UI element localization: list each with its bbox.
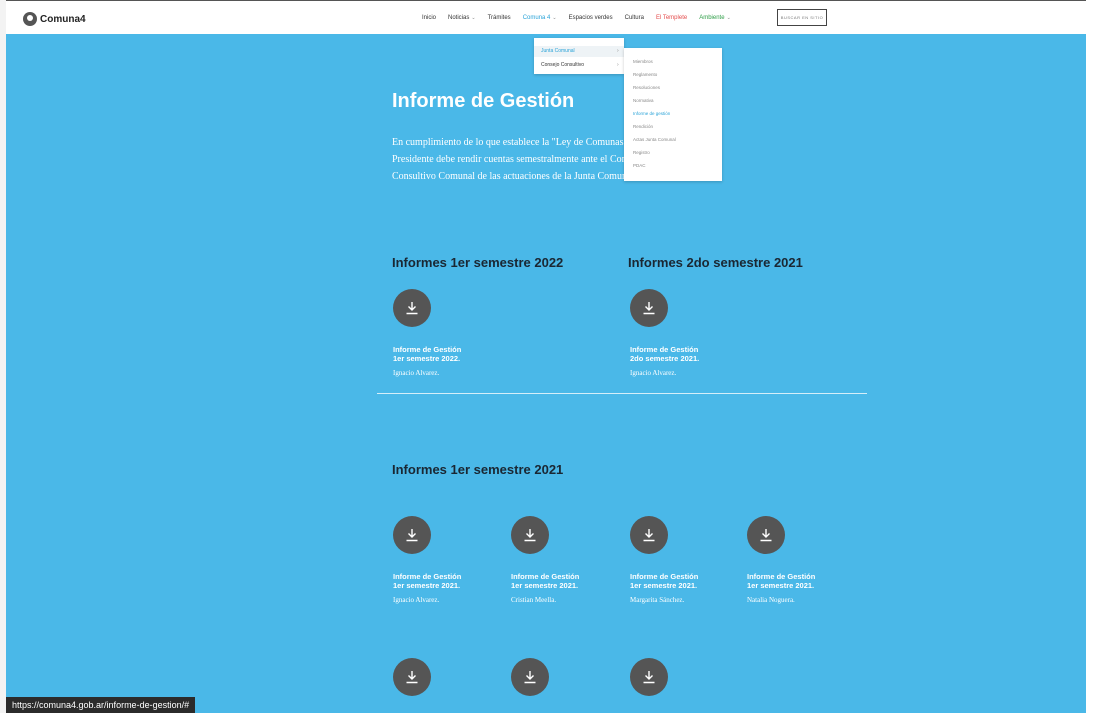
report-author: Ignacio Alvarez. [630, 369, 677, 377]
download-icon [643, 302, 655, 315]
report-title-line: 1er semestre 2021. [747, 581, 815, 590]
window-right-edge [1086, 0, 1093, 713]
report-author: Cristian Meella. [511, 596, 557, 604]
download-icon [406, 671, 418, 684]
report-title-line: 1er semestre 2021. [393, 581, 461, 590]
download-icon [643, 671, 655, 684]
nav-label: Trámites [487, 15, 511, 21]
report-title-line: Informe de Gestión [393, 345, 462, 354]
download-button[interactable] [393, 289, 431, 327]
nav-item-inicio[interactable]: Inicio [416, 15, 442, 21]
download-icon [406, 302, 418, 315]
logo-text: Comuna4 [40, 13, 86, 25]
report-title-link[interactable]: Informe de Gestión 1er semestre 2021. [747, 572, 857, 590]
report-title-link[interactable]: Informe de Gestión 2do semestre 2021. [630, 345, 740, 363]
report-author: Natalia Noguera. [747, 596, 795, 604]
nav-item-el-templete[interactable]: El Templete [650, 15, 693, 21]
browser-status-url: https://comuna4.gob.ar/informe-de-gestio… [6, 697, 196, 713]
nav-label: Noticias [448, 15, 470, 21]
search-button[interactable]: BUSCAR EN SITIO [777, 9, 827, 26]
chevron-down-icon: ⌄ [552, 15, 557, 21]
logo-icon [23, 12, 37, 26]
section-heading-1er-2021: Informes 1er semestre 2021 [392, 462, 564, 477]
nav-item-espacios-verdes[interactable]: Espacios verdes [563, 15, 619, 21]
download-button[interactable] [630, 516, 668, 554]
report-title-link[interactable]: Informe de Gestión 1er semestre 2022. [393, 345, 503, 363]
report-title-line: 1er semestre 2021. [511, 581, 579, 590]
download-icon [760, 529, 772, 542]
submenu-item-informe-de-gestion[interactable]: Informe de gestión [633, 111, 670, 116]
site-header: Comuna4 Inicio Noticias ⌄ Trámites Comuna… [6, 4, 1086, 34]
chevron-right-icon: › [617, 48, 619, 54]
chevron-down-icon: ⌄ [471, 15, 476, 21]
chevron-down-icon: ⌄ [726, 15, 731, 21]
main-nav: Inicio Noticias ⌄ Trámites Comuna 4 ⌄ Espa… [416, 15, 737, 21]
submenu-item-normativa[interactable]: Normativa [633, 98, 654, 103]
intro-line: Consultivo Comunal de las actuaciones de… [392, 171, 624, 182]
report-author: Ignacio Alvarez. [393, 596, 440, 604]
intro-line: Presidente debe rendir cuentas semestral… [392, 154, 624, 165]
section-heading-2do-2021: Informes 2do semestre 2021 [628, 255, 803, 270]
download-button[interactable] [630, 658, 668, 696]
nav-item-tramites[interactable]: Trámites [482, 15, 517, 21]
nav-item-comuna4[interactable]: Comuna 4 ⌄ [517, 15, 563, 21]
download-button[interactable] [393, 516, 431, 554]
submenu-item-miembros[interactable]: Miembros [633, 59, 653, 64]
report-author: Margarita Sánchez. [630, 596, 685, 604]
chevron-right-icon: › [617, 62, 619, 68]
intro-text: En cumplimiento de lo que establece la "… [392, 134, 624, 194]
download-icon [524, 671, 536, 684]
dropdown-item-label: Consejo Consultivo [541, 62, 585, 68]
report-title-link[interactable]: Informe de Gestión 1er semestre 2021. [630, 572, 740, 590]
dropdown-item-label: Junta Comunal [541, 48, 575, 54]
nav-label: El Templete [655, 15, 688, 21]
report-title-line: 1er semestre 2022. [393, 354, 461, 363]
section-heading-1er-2022: Informes 1er semestre 2022 [392, 255, 564, 270]
submenu-item-reglamento[interactable]: Reglamento [633, 72, 657, 77]
section-divider [377, 393, 867, 394]
nav-item-noticias[interactable]: Noticias ⌄ [442, 15, 482, 21]
submenu-item-rendicion[interactable]: Rendición [633, 124, 653, 129]
submenu-item-actas-junta-comunal[interactable]: Actas Junta Comunal [633, 137, 676, 142]
download-button[interactable] [511, 658, 549, 696]
submenu-item-resoluciones[interactable]: Resoluciones [633, 85, 660, 90]
nav-label: Cultura [624, 15, 644, 21]
report-title-line: Informe de Gestión [630, 572, 699, 581]
report-title-link[interactable]: Informe de Gestión 1er semestre 2021. [511, 572, 621, 590]
nav-item-ambiente[interactable]: Ambiente ⌄ [693, 15, 737, 21]
download-button[interactable] [747, 516, 785, 554]
submenu-item-registro[interactable]: Registro [633, 150, 650, 155]
nav-label: Espacios verdes [568, 15, 613, 21]
intro-line: En cumplimiento de lo que establece la "… [392, 137, 624, 148]
dropdown-item-consejo-consultivo[interactable]: Consejo Consultivo › [541, 62, 619, 68]
junta-comunal-submenu: Miembros Reglamento Resoluciones Normati… [624, 48, 722, 181]
download-button[interactable] [630, 289, 668, 327]
nav-label: Inicio [422, 15, 437, 21]
nav-item-cultura[interactable]: Cultura [619, 15, 650, 21]
download-icon [406, 529, 418, 542]
report-title-line: Informe de Gestión [511, 572, 580, 581]
nav-label: Ambiente [699, 15, 725, 21]
report-title-link[interactable]: Informe de Gestión 1er semestre 2021. [393, 572, 503, 590]
report-title-line: Informe de Gestión [630, 345, 699, 354]
download-button[interactable] [393, 658, 431, 696]
download-button[interactable] [511, 516, 549, 554]
report-title-line: 1er semestre 2021. [630, 581, 698, 590]
report-title-line: 2do semestre 2021. [630, 354, 700, 363]
dropdown-item-junta-comunal[interactable]: Junta Comunal › [541, 48, 619, 54]
submenu-item-pdac[interactable]: PDAC [633, 163, 646, 168]
report-title-line: Informe de Gestión [747, 572, 816, 581]
window-top-border [6, 0, 1086, 1]
nav-label: Comuna 4 [522, 15, 551, 21]
page-title: Informe de Gestión [392, 90, 575, 112]
site-logo[interactable]: Comuna4 [23, 12, 86, 26]
download-icon [643, 529, 655, 542]
report-author: Ignacio Alvarez. [393, 369, 440, 377]
comuna4-dropdown-menu: Junta Comunal › Consejo Consultivo › [534, 38, 624, 74]
download-icon [524, 529, 536, 542]
report-title-line: Informe de Gestión [393, 572, 462, 581]
